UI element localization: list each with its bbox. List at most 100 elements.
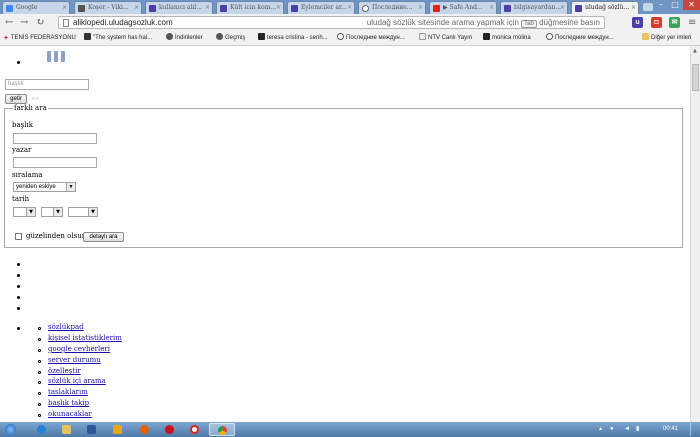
- tray-expand-icon[interactable]: ▲: [598, 424, 603, 434]
- wikipedia-icon: [78, 5, 85, 12]
- label-author: yazar: [12, 146, 32, 154]
- sort-select[interactable]: yeniden eskiye ▼: [13, 182, 76, 192]
- tab-bilgisayardan[interactable]: bilgisayardan... ×: [500, 1, 568, 14]
- day-select[interactable]: ▼: [13, 207, 36, 217]
- taskbar-chrome-active[interactable]: [209, 423, 235, 436]
- link-sozlukpad[interactable]: sözlükpad: [48, 323, 84, 332]
- tab-label: Google: [16, 4, 38, 11]
- extension-icon[interactable]: ◘: [651, 17, 662, 28]
- close-icon[interactable]: ×: [205, 2, 210, 14]
- tab-kult[interactable]: Kült icin kom... ×: [216, 1, 284, 14]
- getir-button[interactable]: getir: [5, 94, 27, 104]
- close-icon[interactable]: ×: [62, 2, 67, 14]
- close-icon[interactable]: ×: [276, 2, 281, 14]
- checkbox-label: güzelinden olsun: [26, 232, 87, 240]
- close-icon[interactable]: ×: [489, 2, 494, 14]
- tab-koser[interactable]: Koşer - Viki... ×: [74, 1, 142, 14]
- link-google-gems[interactable]: google cevherleri: [48, 345, 110, 354]
- close-icon[interactable]: ×: [631, 2, 636, 14]
- volume-icon[interactable]: ◄: [624, 424, 630, 434]
- detailed-search-button[interactable]: detaylı ara: [83, 232, 124, 242]
- new-tab-button[interactable]: [643, 3, 653, 11]
- bookmark-item[interactable]: İndirilenler: [166, 33, 203, 44]
- list-bullet: [17, 327, 20, 330]
- reload-icon[interactable]: ↻: [36, 17, 44, 29]
- show-desktop-button[interactable]: [690, 423, 699, 436]
- taskbar-yandex[interactable]: [185, 423, 205, 436]
- tab-label: kullanıcı alıl...: [159, 4, 202, 11]
- address-bar[interactable]: aliklopedi.uludagsozluk.com uludağ sözlü…: [58, 16, 605, 29]
- link-personal-stats[interactable]: kişisel istatistiklerim: [48, 334, 122, 343]
- close-icon[interactable]: ×: [418, 2, 423, 14]
- scrollbar-thumb[interactable]: [692, 64, 699, 91]
- clock[interactable]: 00:41: [663, 424, 678, 434]
- tab-uludag-active[interactable]: uludağ sözlü... ×: [571, 1, 639, 14]
- taskbar-ie[interactable]: [32, 423, 52, 436]
- close-icon[interactable]: ×: [347, 2, 352, 14]
- taskbar-word[interactable]: [82, 423, 102, 436]
- bookmark-item[interactable]: ✦ TENİS FEDERASYONU: [3, 33, 76, 44]
- mail-icon[interactable]: ✉: [669, 17, 680, 28]
- network-icon[interactable]: ▮: [636, 424, 639, 434]
- link-server-status[interactable]: server durumu: [48, 356, 101, 365]
- tab-eylemciler[interactable]: Eylemciler ar... ×: [287, 1, 355, 14]
- author-input[interactable]: [13, 157, 97, 168]
- chrome-icon: [218, 426, 227, 435]
- bookmark-item[interactable]: teresa cristina - senh...: [258, 33, 328, 44]
- nice-checkbox[interactable]: [15, 233, 22, 240]
- bookmark-item[interactable]: Geçmiş: [216, 33, 245, 44]
- taskbar-opera[interactable]: [160, 423, 180, 436]
- tab-google[interactable]: Google ×: [2, 1, 70, 14]
- title-input[interactable]: [13, 133, 97, 144]
- search-input[interactable]: başlık: [5, 79, 89, 90]
- list-bullet: [38, 392, 41, 395]
- link-topic-follow[interactable]: başlık takip: [48, 399, 89, 408]
- back-icon[interactable]: ←: [5, 17, 13, 29]
- bookmark-item[interactable]: NTV Canlı Yayın: [419, 33, 472, 44]
- expand-arrows-icon[interactable]: «-»: [32, 95, 39, 104]
- taskbar-firefox[interactable]: [135, 423, 155, 436]
- list-bullet: [38, 349, 41, 352]
- tab-youtube[interactable]: ▶ Safe And... ×: [429, 1, 497, 14]
- close-icon[interactable]: ×: [134, 2, 139, 14]
- list-bullet: [17, 274, 20, 277]
- forward-icon[interactable]: →: [20, 17, 28, 29]
- close-window-button[interactable]: ✕: [683, 0, 700, 10]
- fz-icon: [483, 33, 490, 40]
- bookmarks-bar: ✦ TENİS FEDERASYONU "The system has hal..…: [0, 32, 700, 46]
- folder-icon: [62, 425, 71, 434]
- taskbar-folder[interactable]: [57, 423, 77, 436]
- year-select[interactable]: ▼: [68, 207, 98, 217]
- close-icon[interactable]: ×: [560, 2, 565, 14]
- tab-kullanici[interactable]: kullanıcı alıl... ×: [145, 1, 213, 14]
- list-bullet: [17, 285, 20, 288]
- bookmark-item[interactable]: Последние междун...: [337, 33, 405, 44]
- bookmark-icon: [84, 33, 91, 40]
- minimize-button[interactable]: –: [654, 0, 668, 10]
- list-bullet: [38, 360, 41, 363]
- month-select[interactable]: ▼: [41, 207, 63, 217]
- bookmark-item[interactable]: monica molina: [483, 33, 531, 44]
- tab-poslednie[interactable]: Последние... ×: [358, 1, 426, 14]
- ie-icon: [37, 425, 46, 434]
- bookmark-folder-other[interactable]: Diğer yer imleri: [642, 33, 691, 44]
- word-icon: [87, 425, 96, 434]
- tray-app-icon[interactable]: ●: [610, 424, 614, 434]
- start-button[interactable]: [4, 423, 18, 436]
- list-bullet: [38, 403, 41, 406]
- uludag-icon: [220, 5, 227, 12]
- vertical-scrollbar[interactable]: ▲: [690, 46, 700, 422]
- link-drafts[interactable]: taslaklarım: [48, 388, 88, 397]
- bookmark-item[interactable]: Последние междун...: [546, 33, 614, 44]
- bookmark-item[interactable]: "The system has hal...: [84, 33, 152, 44]
- scroll-up-icon[interactable]: ▲: [693, 48, 697, 54]
- link-to-read[interactable]: okunacaklar: [48, 410, 92, 419]
- menu-icon[interactable]: ≡: [688, 17, 696, 29]
- uludag-icon: [149, 5, 156, 12]
- uludag-extension-icon[interactable]: u: [632, 17, 643, 28]
- url-text[interactable]: aliklopedi.uludagsozluk.com: [73, 17, 173, 29]
- link-customize[interactable]: özelleştir: [48, 367, 81, 376]
- maximize-button[interactable]: □: [668, 0, 682, 10]
- link-internal-search[interactable]: sözlük içi arama: [48, 377, 106, 386]
- taskbar-media[interactable]: [108, 423, 128, 436]
